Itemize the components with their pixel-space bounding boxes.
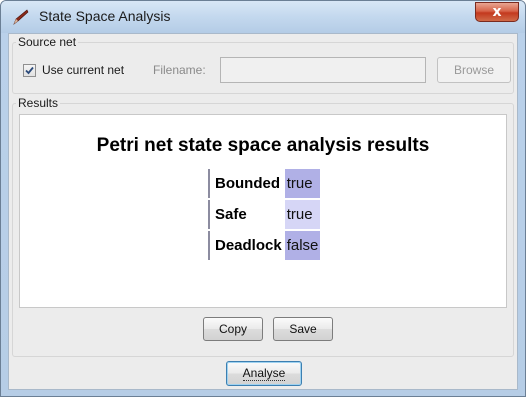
filename-input[interactable] [220,57,426,83]
window-title: State Space Analysis [39,8,171,24]
result-key: Bounded [208,169,285,198]
title-bar[interactable]: State Space Analysis x [1,1,525,33]
dialog-content: Source net Use current net Filename: Bro… [8,33,518,390]
result-row-deadlock: Deadlock false [208,231,321,260]
result-row-safe: Safe true [208,200,321,229]
source-net-group-label: Source net [16,35,79,49]
browse-button[interactable]: Browse [437,57,511,83]
results-group: Results Petri net state space analysis r… [12,96,514,357]
checkmark-icon [25,66,34,75]
results-table: Bounded true Safe true Deadlock false [208,167,321,262]
result-row-bounded: Bounded true [208,169,321,198]
copy-button[interactable]: Copy [203,317,263,341]
analyse-button-label: Analyse [242,366,286,381]
result-value: false [284,231,321,260]
results-heading: Petri net state space analysis results [96,135,430,156]
source-net-group: Source net Use current net Filename: Bro… [12,35,514,94]
result-value: true [284,169,321,198]
close-button[interactable]: x [475,2,519,22]
filename-label: Filename: [153,63,206,77]
close-icon: x [492,4,502,20]
results-panel: Petri net state space analysis results B… [19,114,507,308]
state-space-analysis-window: State Space Analysis x Source net Use cu… [0,0,526,397]
result-value: true [284,200,321,229]
results-group-label: Results [16,96,61,110]
use-current-net-checkbox[interactable] [23,64,36,77]
use-current-net-label[interactable]: Use current net [42,63,124,77]
result-key: Deadlock [208,231,285,260]
app-pen-icon [12,8,30,26]
analyse-button[interactable]: Analyse [226,361,302,386]
result-key: Safe [208,200,285,229]
save-button[interactable]: Save [273,317,333,341]
